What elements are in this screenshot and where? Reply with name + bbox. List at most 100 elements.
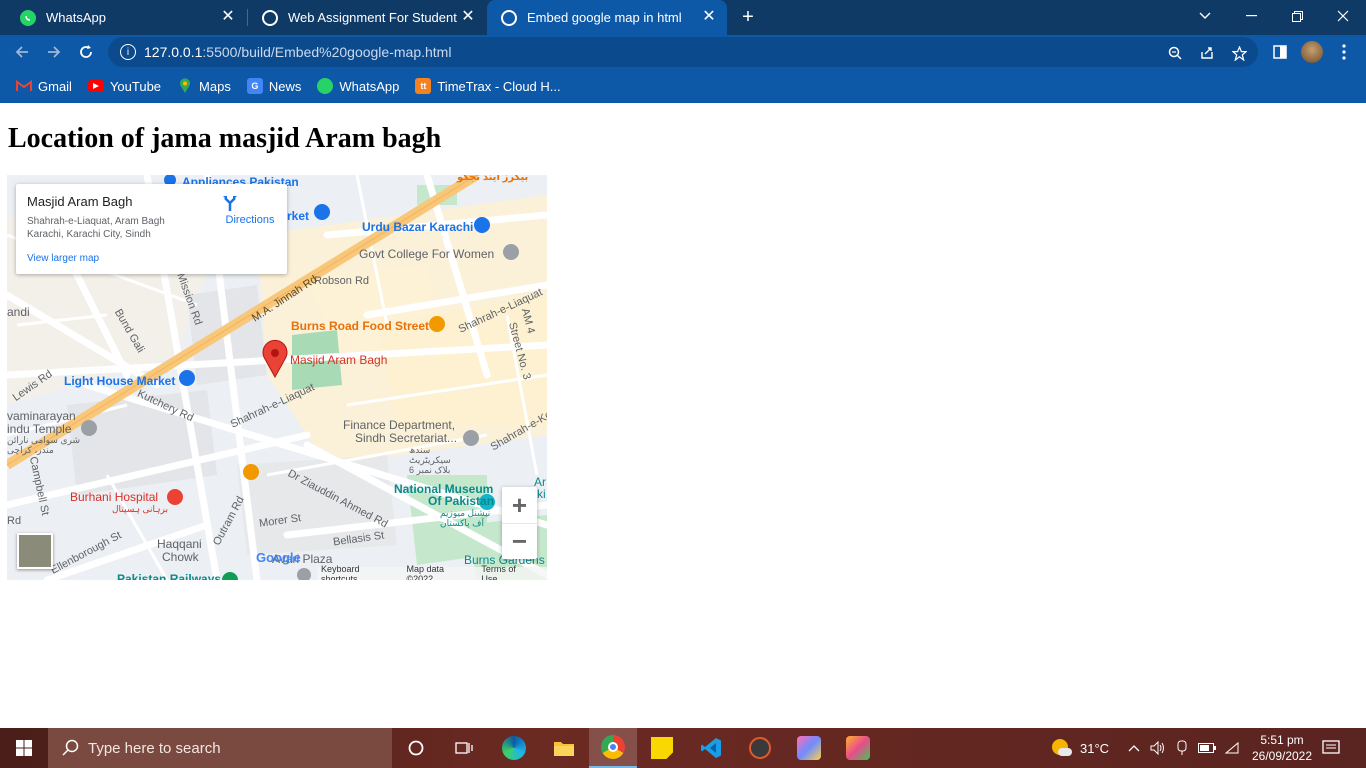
- site-info-icon[interactable]: i: [120, 44, 136, 60]
- wpm-app-icon[interactable]: [736, 728, 784, 768]
- view-larger-map-link[interactable]: View larger map: [27, 253, 99, 264]
- notification-center-icon[interactable]: [1322, 728, 1340, 768]
- edge-icon[interactable]: [490, 728, 538, 768]
- bookmark-label: News: [268, 78, 302, 94]
- globe-icon: [262, 9, 278, 26]
- map-label-swaminarayan-1: vaminarayan: [7, 409, 76, 423]
- map-label-andi: andi: [7, 305, 30, 319]
- bookmark-news[interactable]: G News: [246, 78, 302, 94]
- maps-pin-icon: [177, 78, 193, 94]
- keyboard-shortcuts-link[interactable]: Keyboard shortcuts: [321, 564, 396, 581]
- side-panel-icon[interactable]: [1268, 40, 1292, 64]
- solitaire-app-icon[interactable]: [834, 728, 882, 768]
- battery-icon[interactable]: [1198, 728, 1216, 768]
- gmail-icon: [16, 78, 32, 94]
- embedded-google-map[interactable]: Appliances Pakistan بیکرز اینڈ تجکو rket…: [7, 175, 547, 580]
- zoom-control: + −: [502, 487, 537, 559]
- map-footer: Keyboard shortcuts Map data ©2022 Terms …: [317, 563, 547, 581]
- tab-embed-google-map[interactable]: Embed google map in html ✕: [487, 0, 727, 35]
- volume-icon[interactable]: [1150, 728, 1166, 768]
- map-label-robson: Robson Rd: [314, 275, 370, 287]
- globe-icon: [501, 9, 517, 26]
- place-info-card: Masjid Aram Bagh Shahrah-e-Liaquat, Aram…: [16, 184, 287, 274]
- restore-button[interactable]: [1274, 0, 1320, 32]
- zoom-out-button[interactable]: −: [502, 523, 537, 559]
- meet-now-icon[interactable]: [1176, 728, 1188, 768]
- satellite-toggle[interactable]: [17, 533, 53, 569]
- url-host: 127.0.0.1: [144, 44, 203, 60]
- google-logo-text: Google: [256, 550, 301, 565]
- zoom-in-button[interactable]: +: [502, 487, 537, 523]
- bookmark-maps[interactable]: Maps: [177, 78, 231, 94]
- weather-widget[interactable]: 31°C: [1050, 728, 1109, 768]
- map-label-urdu-top: بیکرز اینڈ تجکو: [457, 175, 529, 183]
- taskbar-search-box[interactable]: Type here to search: [48, 728, 392, 768]
- map-label-rd: Rd: [7, 515, 22, 527]
- bookmark-whatsapp[interactable]: WhatsApp: [317, 78, 399, 94]
- bookmark-timetrax[interactable]: tt TimeTrax - Cloud H...: [415, 78, 561, 94]
- forward-button[interactable]: [42, 40, 66, 64]
- chrome-icon[interactable]: [589, 728, 637, 768]
- close-icon[interactable]: ✕: [701, 9, 717, 25]
- wifi-icon[interactable]: [1224, 728, 1240, 768]
- tab-label: Embed google map in html: [527, 10, 682, 25]
- whatsapp-icon: [20, 9, 36, 26]
- tab-web-assignment[interactable]: Web Assignment For Student ✕: [248, 0, 486, 35]
- clock[interactable]: 5:51 pm 26/09/2022: [1250, 728, 1314, 768]
- tab-search-chevron-icon[interactable]: [1182, 0, 1228, 32]
- page-title: Location of jama masjid Aram bagh: [8, 123, 442, 154]
- map-label-haqqani-1: Haqqani: [157, 537, 202, 551]
- map-label-urdu-temple: شری سوامی نارائن مندر، کراچی: [7, 435, 81, 455]
- clock-date: 26/09/2022: [1251, 749, 1313, 763]
- tab-whatsapp[interactable]: WhatsApp ✕: [6, 0, 246, 35]
- news-icon: G: [246, 78, 263, 94]
- map-label-swaminarayan-2: indu Temple: [7, 422, 72, 436]
- bookmark-star-icon[interactable]: [1230, 44, 1248, 62]
- map-label-national-museum-2: Of Pakistan: [428, 494, 495, 508]
- whatsapp-icon: [317, 78, 334, 94]
- place-address-line-2: Karachi, Karachi City, Sindh: [27, 229, 151, 240]
- reload-button[interactable]: [74, 40, 98, 64]
- terms-of-use-link[interactable]: Terms of Use: [481, 564, 533, 581]
- task-view-icon[interactable]: [440, 728, 488, 768]
- game-app-icon[interactable]: [785, 728, 833, 768]
- map-label-urdu-bazar: Urdu Bazar Karachi: [362, 220, 474, 234]
- temperature: 31°C: [1080, 740, 1110, 756]
- zoom-icon[interactable]: [1166, 44, 1184, 62]
- minimize-button[interactable]: [1228, 0, 1274, 32]
- directions-button[interactable]: Directions: [222, 194, 278, 226]
- map-label-finance-1: Finance Department,: [343, 418, 456, 432]
- show-hidden-icons-chevron[interactable]: [1128, 728, 1140, 768]
- share-icon[interactable]: [1198, 44, 1216, 62]
- windows-logo-icon: [16, 740, 32, 756]
- map-data-attribution: Map data ©2022: [406, 563, 445, 581]
- map-label-burhani: Burhani Hospital: [70, 490, 159, 504]
- close-icon[interactable]: ✕: [220, 9, 236, 25]
- close-icon[interactable]: ✕: [460, 9, 476, 25]
- page-content: Location of jama masjid Aram bagh Applia…: [0, 103, 1366, 728]
- url-path: :5500/build/Embed%20google-map.html: [202, 44, 452, 60]
- map-label-light-house: Light House Market: [64, 374, 176, 388]
- start-button[interactable]: [0, 728, 48, 768]
- browser-toolbar: i 127.0.0.1:5500/build/Embed%20google-ma…: [0, 35, 1366, 69]
- bookmark-label: WhatsApp: [339, 78, 400, 94]
- vscode-icon[interactable]: [687, 728, 735, 768]
- address-bar[interactable]: i 127.0.0.1:5500/build/Embed%20google-ma…: [108, 37, 1258, 67]
- file-explorer-icon[interactable]: [540, 728, 588, 768]
- search-icon: [62, 739, 80, 761]
- bookmark-label: Maps: [199, 78, 231, 94]
- close-window-button[interactable]: [1320, 0, 1366, 32]
- bookmark-youtube[interactable]: YouTube: [87, 79, 161, 94]
- new-tab-button[interactable]: +: [737, 6, 759, 28]
- windows-taskbar: Type here to search 31°C 5:51 pm 26/09/2…: [0, 728, 1366, 768]
- search-placeholder: Type here to search: [88, 739, 221, 757]
- bookmark-gmail[interactable]: Gmail: [16, 78, 72, 94]
- back-button[interactable]: [10, 40, 34, 64]
- map-label-govt-college: Govt College For Women: [359, 247, 495, 261]
- directions-icon: [222, 194, 278, 214]
- profile-avatar[interactable]: [1300, 40, 1324, 64]
- sticky-notes-icon[interactable]: [638, 728, 686, 768]
- menu-icon[interactable]: [1332, 40, 1356, 64]
- cortana-icon[interactable]: [392, 728, 440, 768]
- timetrax-icon: tt: [415, 78, 432, 94]
